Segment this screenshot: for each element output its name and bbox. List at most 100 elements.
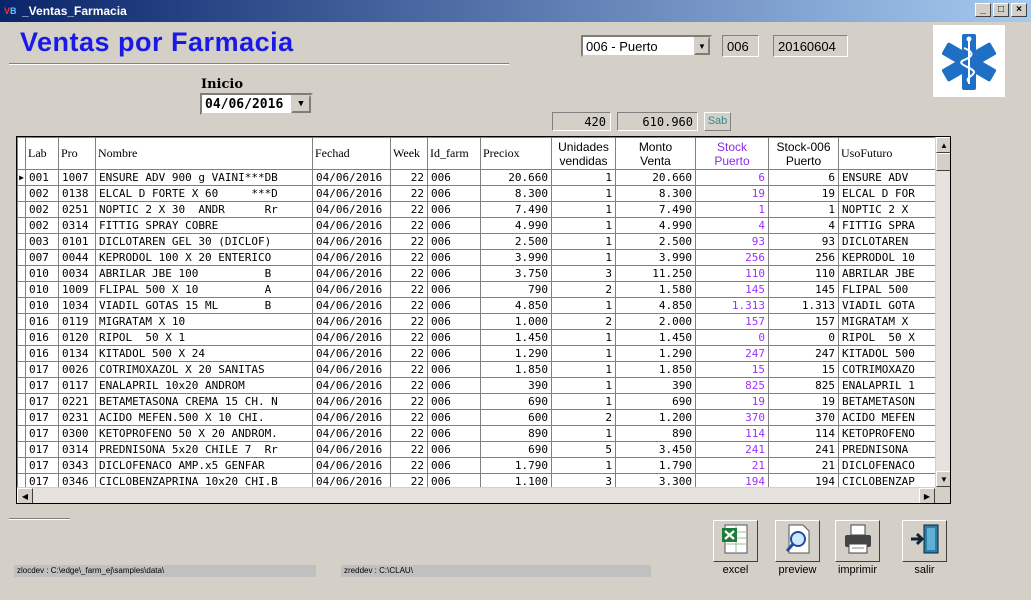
table-cell[interactable]: 1 [551,201,616,218]
table-cell[interactable]: 0 [768,329,839,346]
table-cell[interactable]: 3.990 [615,249,696,266]
table-cell[interactable]: 0119 [58,313,96,330]
table-cell[interactable]: 2 [551,281,616,298]
table-cell[interactable]: 1 [551,297,616,314]
row-indicator[interactable] [17,409,26,426]
table-cell[interactable]: 0300 [58,425,96,442]
table-cell[interactable]: KETOPROFENO [838,425,936,442]
table-cell[interactable]: 20.660 [480,169,552,186]
row-indicator[interactable] [17,265,26,282]
table-cell[interactable]: 22 [390,185,428,202]
table-cell[interactable]: 22 [390,345,428,362]
table-cell[interactable]: 21 [695,457,769,474]
table-cell[interactable]: 22 [390,441,428,458]
table-cell[interactable]: 114 [768,425,839,442]
chevron-down-icon[interactable]: ▼ [694,37,710,55]
table-cell[interactable]: 241 [695,441,769,458]
table-cell[interactable]: 2 [551,313,616,330]
table-row[interactable]: 017 0026 COTRIMOXAZOL X 20 SANITAS 04/06/20… [17,361,936,378]
table-cell[interactable]: 1 [551,329,616,346]
table-cell[interactable]: 157 [695,313,769,330]
column-header[interactable]: Lab [25,137,59,170]
table-cell[interactable]: 5 [551,441,616,458]
table-cell[interactable]: 145 [768,281,839,298]
table-cell[interactable]: 1.450 [480,329,552,346]
row-indicator[interactable] [17,233,26,250]
row-indicator[interactable] [17,313,26,330]
column-header[interactable]: UsoFuturo [838,137,936,170]
table-cell[interactable]: 0314 [58,217,96,234]
table-cell[interactable]: 04/06/2016 [312,361,391,378]
table-cell[interactable]: ENALAPRIL 1 [838,377,936,394]
scroll-left-button[interactable]: ◀ [17,488,33,503]
table-cell[interactable]: MIGRATAM X 10 [95,313,313,330]
table-cell[interactable]: 114 [695,425,769,442]
table-cell[interactable]: 145 [695,281,769,298]
table-cell[interactable]: 110 [768,265,839,282]
table-cell[interactable]: 690 [615,393,696,410]
table-cell[interactable]: 0314 [58,441,96,458]
table-cell[interactable]: 006 [427,377,481,394]
table-cell[interactable]: KITADOL 500 X 24 [95,345,313,362]
table-cell[interactable]: 0221 [58,393,96,410]
table-cell[interactable]: 006 [427,457,481,474]
preview-button[interactable] [775,520,820,562]
table-cell[interactable]: 2.000 [615,313,696,330]
table-cell[interactable]: 3 [551,265,616,282]
table-cell[interactable]: 0134 [58,345,96,362]
row-indicator[interactable] [17,329,26,346]
row-indicator[interactable] [17,281,26,298]
table-cell[interactable]: ACIDO MEFEN [838,409,936,426]
table-cell[interactable]: 007 [25,249,59,266]
row-indicator[interactable] [17,441,26,458]
table-cell[interactable]: 1.790 [480,457,552,474]
table-cell[interactable]: DICLOTAREN GEL 30 (DICLOF) [95,233,313,250]
table-cell[interactable]: 006 [427,393,481,410]
table-cell[interactable]: ABRILAR JBE [838,265,936,282]
table-cell[interactable]: 8.300 [615,185,696,202]
row-indicator[interactable] [17,457,26,474]
column-header[interactable]: Pro [58,137,96,170]
table-cell[interactable]: 22 [390,265,428,282]
table-cell[interactable]: 22 [390,233,428,250]
table-row[interactable]: 010 1009 FLIPAL 500 X 10 A 04/06/2016 22 006 7… [17,281,936,298]
table-cell[interactable]: 010 [25,281,59,298]
table-cell[interactable]: 1.200 [615,409,696,426]
table-cell[interactable]: 0138 [58,185,96,202]
table-cell[interactable]: 017 [25,441,59,458]
table-row[interactable]: ▶ 001 1007 ENSURE ADV 900 g VAINI***DB 04/06… [17,169,936,186]
table-cell[interactable]: 1007 [58,169,96,186]
table-cell[interactable]: 390 [480,377,552,394]
row-indicator[interactable] [17,393,26,410]
row-indicator[interactable] [17,425,26,442]
sales-grid[interactable]: Lab Pro Nombre Fechad Week Id_farm Preciox Unid… [16,136,951,504]
table-cell[interactable]: 006 [427,425,481,442]
table-cell[interactable]: 017 [25,361,59,378]
table-cell[interactable]: 825 [768,377,839,394]
table-cell[interactable]: 8.300 [480,185,552,202]
table-cell[interactable]: 1009 [58,281,96,298]
table-cell[interactable]: NOPTIC 2 X 30 ANDR Rr [95,201,313,218]
table-cell[interactable]: 4.990 [480,217,552,234]
table-cell[interactable]: 1 [551,345,616,362]
column-header[interactable]: Monto Venta [615,137,696,170]
table-cell[interactable]: 247 [695,345,769,362]
table-cell[interactable]: 1 [551,377,616,394]
table-cell[interactable]: 1.580 [615,281,696,298]
inicio-date-picker[interactable]: 04/06/2016 ▼ [200,93,313,115]
row-indicator[interactable] [17,345,26,362]
table-cell[interactable]: 1034 [58,297,96,314]
table-cell[interactable]: 6 [695,169,769,186]
table-cell[interactable]: 006 [427,201,481,218]
table-cell[interactable]: 04/06/2016 [312,409,391,426]
row-indicator[interactable] [17,297,26,314]
table-cell[interactable]: 017 [25,409,59,426]
table-cell[interactable]: 0101 [58,233,96,250]
table-cell[interactable]: 1 [551,233,616,250]
exit-button[interactable] [902,520,947,562]
table-cell[interactable]: VIADIL GOTA [838,297,936,314]
table-cell[interactable]: 157 [768,313,839,330]
column-header[interactable]: Id_farm [427,137,481,170]
table-cell[interactable]: 0026 [58,361,96,378]
table-cell[interactable]: RIPOL 50 X [838,329,936,346]
